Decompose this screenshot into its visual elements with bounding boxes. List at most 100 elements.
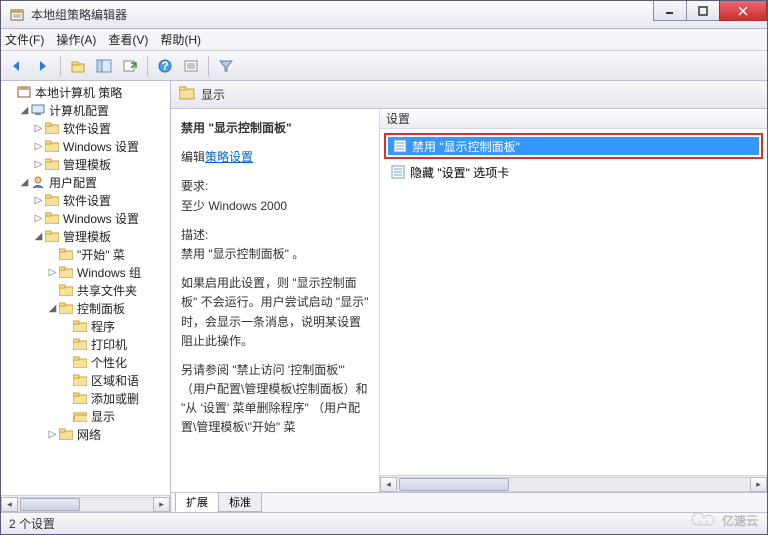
expand-icon[interactable]: ▷ — [33, 123, 44, 134]
tree-item[interactable]: "开始" 菜 — [1, 245, 170, 263]
back-button[interactable] — [5, 54, 29, 78]
description-text: 另请参阅 "禁止访问 '控制面板'" （用户配置\管理模板\控制面板）和 "从 … — [181, 361, 371, 438]
folder-icon — [179, 86, 195, 103]
folder-icon — [58, 282, 74, 298]
tree-admin-templates[interactable]: ◢管理模板 — [1, 227, 170, 245]
folder-icon — [44, 138, 60, 154]
tree-item[interactable]: ▷Windows 设置 — [1, 137, 170, 155]
tree-pane: 本地计算机 策略 ◢计算机配置 ▷软件设置 ▷Windows 设置 ▷管理模板 … — [1, 81, 171, 512]
close-button[interactable] — [719, 1, 767, 21]
scroll-track[interactable] — [18, 497, 153, 512]
folder-icon — [58, 246, 74, 262]
collapse-icon[interactable]: ◢ — [19, 177, 30, 188]
folder-open-icon — [72, 408, 88, 424]
tab-extended[interactable]: 扩展 — [175, 493, 219, 512]
toolbar-separator — [60, 56, 61, 76]
list-empty-area[interactable] — [380, 181, 767, 475]
tree-item[interactable]: ▷软件设置 — [1, 191, 170, 209]
tree-item[interactable]: ▷Windows 设置 — [1, 209, 170, 227]
collapse-icon[interactable]: ◢ — [19, 105, 30, 116]
edit-policy-link[interactable]: 策略设置 — [205, 150, 253, 164]
tree-item[interactable]: ▷Windows 组 — [1, 263, 170, 281]
expand-icon[interactable]: ▷ — [33, 195, 44, 206]
maximize-button[interactable] — [686, 1, 720, 21]
description-text: 如果启用此设置，则 "显示控制面板" 不会运行。用户尝试启动 "显示" 时，会显… — [181, 274, 371, 351]
menu-view[interactable]: 查看(V) — [108, 31, 148, 48]
tree-h-scrollbar[interactable]: ◂ ▸ — [1, 495, 170, 512]
app-window: 本地组策略编辑器 文件(F) 操作(A) 查看(V) 帮助(H) ? 本地计算机… — [0, 0, 768, 535]
requirements-value: 至少 Windows 2000 — [181, 197, 371, 216]
tree-item[interactable]: 共享文件夹 — [1, 281, 170, 299]
forward-button[interactable] — [31, 54, 55, 78]
folder-icon — [44, 228, 60, 244]
menu-help[interactable]: 帮助(H) — [160, 31, 201, 48]
expand-icon[interactable]: ▷ — [33, 213, 44, 224]
computer-icon — [30, 102, 46, 118]
tree-item[interactable]: 添加或删 — [1, 389, 170, 407]
scroll-thumb[interactable] — [399, 478, 509, 491]
statusbar: 2 个设置 — [1, 512, 767, 534]
expand-icon[interactable]: ▷ — [33, 159, 44, 170]
scroll-right-icon[interactable]: ▸ — [750, 477, 767, 492]
column-header-setting[interactable]: 设置 — [380, 109, 767, 129]
menu-action[interactable]: 操作(A) — [56, 31, 96, 48]
tree-item[interactable]: ▷管理模板 — [1, 155, 170, 173]
tree-item[interactable]: 区域和语 — [1, 371, 170, 389]
description-label: 描述: — [181, 226, 371, 245]
list-h-scrollbar[interactable]: ◂ ▸ — [380, 475, 767, 492]
folder-icon — [44, 210, 60, 226]
toolbar-separator — [147, 56, 148, 76]
titlebar[interactable]: 本地组策略编辑器 — [1, 1, 767, 29]
scroll-thumb[interactable] — [20, 498, 80, 511]
help-button[interactable]: ? — [153, 54, 177, 78]
collapse-icon[interactable]: ◢ — [47, 303, 58, 314]
folder-icon — [44, 192, 60, 208]
policy-icon — [16, 84, 32, 100]
list-pane: 设置 禁用 "显示控制面板" 隐藏 "设置" 选项卡 ◂ — [379, 109, 767, 492]
scroll-left-icon[interactable]: ◂ — [380, 477, 397, 492]
scroll-right-icon[interactable]: ▸ — [153, 497, 170, 512]
tree-computer-config[interactable]: ◢计算机配置 — [1, 101, 170, 119]
tree[interactable]: 本地计算机 策略 ◢计算机配置 ▷软件设置 ▷Windows 设置 ▷管理模板 … — [1, 81, 170, 495]
expand-icon[interactable]: ▷ — [33, 141, 44, 152]
folder-icon — [72, 372, 88, 388]
tree-root[interactable]: 本地计算机 策略 — [1, 83, 170, 101]
tab-standard[interactable]: 标准 — [218, 493, 262, 512]
expand-icon[interactable]: ▷ — [47, 429, 58, 440]
tree-display-selected[interactable]: 显示 — [1, 407, 170, 425]
collapse-icon[interactable]: ◢ — [33, 231, 44, 242]
tree-item[interactable]: ▷网络 — [1, 425, 170, 443]
tree-item[interactable]: 个性化 — [1, 353, 170, 371]
folder-icon — [44, 156, 60, 172]
body: 本地计算机 策略 ◢计算机配置 ▷软件设置 ▷Windows 设置 ▷管理模板 … — [1, 81, 767, 512]
export-list-button[interactable] — [118, 54, 142, 78]
policy-item-icon — [392, 138, 408, 154]
content-header: 显示 — [171, 81, 767, 109]
properties-button[interactable] — [179, 54, 203, 78]
folder-icon — [58, 300, 74, 316]
scroll-left-icon[interactable]: ◂ — [1, 497, 18, 512]
tree-control-panel[interactable]: ◢控制面板 — [1, 299, 170, 317]
folder-icon — [58, 426, 74, 442]
tree-item[interactable]: 打印机 — [1, 335, 170, 353]
status-text: 2 个设置 — [9, 515, 55, 532]
up-button[interactable] — [66, 54, 90, 78]
minimize-button[interactable] — [653, 1, 687, 21]
description-text: 禁用 "显示控制面板" 。 — [181, 245, 371, 264]
list-item-hide-settings[interactable]: 隐藏 "设置" 选项卡 — [386, 163, 767, 181]
scroll-track[interactable] — [397, 477, 750, 492]
tree-item[interactable]: ▷软件设置 — [1, 119, 170, 137]
list-item-disable-display[interactable]: 禁用 "显示控制面板" — [388, 137, 759, 155]
filter-button[interactable] — [214, 54, 238, 78]
folder-icon — [58, 264, 74, 280]
folder-icon — [72, 354, 88, 370]
folder-icon — [44, 120, 60, 136]
content-pane: 显示 禁用 "显示控制面板" 编辑策略设置 要求: 至少 Windows 200… — [171, 81, 767, 512]
tree-item[interactable]: 程序 — [1, 317, 170, 335]
expand-icon[interactable]: ▷ — [47, 267, 58, 278]
menu-file[interactable]: 文件(F) — [5, 31, 44, 48]
setting-title: 禁用 "显示控制面板" — [181, 119, 371, 138]
tree-user-config[interactable]: ◢用户配置 — [1, 173, 170, 191]
show-hide-tree-button[interactable] — [92, 54, 116, 78]
svg-text:?: ? — [161, 59, 168, 73]
